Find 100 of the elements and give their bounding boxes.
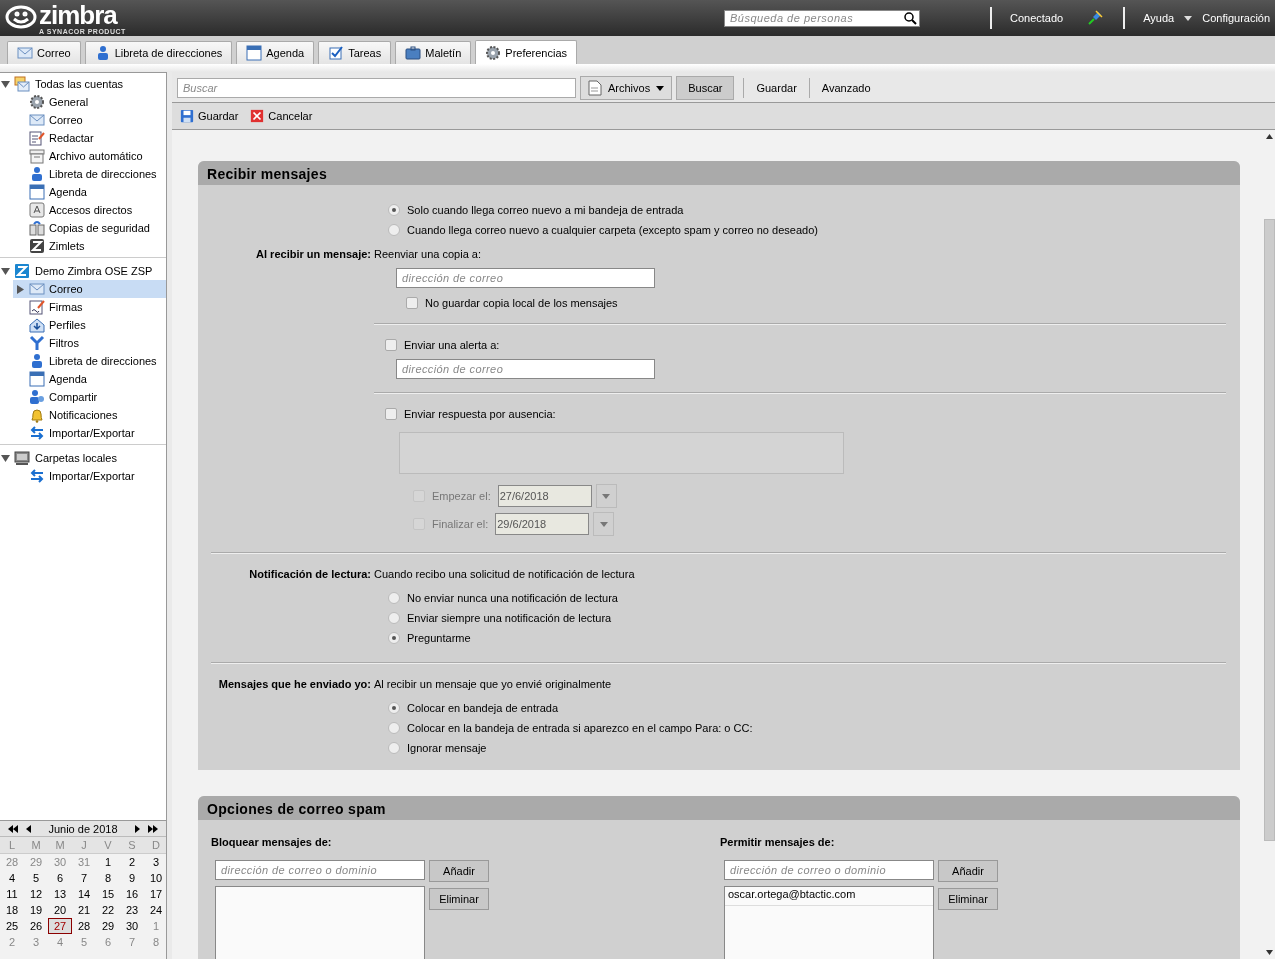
remove-button[interactable]: Eliminar (938, 888, 998, 910)
calendar-day[interactable]: 18 (0, 902, 24, 918)
email-input-field[interactable]: dirección de correo (396, 268, 655, 288)
tree-item[interactable]: Libreta de direcciones (0, 165, 166, 183)
app-tab[interactable]: Correo (7, 41, 81, 64)
tree-item[interactable]: Correo (13, 280, 166, 298)
date-picker-button[interactable] (595, 484, 617, 508)
calendar-day[interactable]: 27 (48, 918, 72, 934)
calendar-day[interactable]: 4 (0, 870, 24, 886)
calendar-day[interactable]: 16 (120, 886, 144, 902)
tree-item[interactable]: Accesos directos (0, 201, 166, 219)
email-input-field[interactable]: dirección de correo (396, 359, 655, 379)
calendar-day[interactable]: 9 (120, 870, 144, 886)
settings-link[interactable]: Configuración (1202, 12, 1271, 24)
radio-button[interactable] (388, 722, 400, 734)
search-icon[interactable] (904, 11, 917, 25)
expand-triangle-icon[interactable] (1, 453, 10, 463)
calendar-day[interactable]: 21 (72, 902, 96, 918)
save-button[interactable]: Guardar (177, 109, 242, 123)
advanced-search-button[interactable]: Avanzado (818, 82, 874, 94)
save-search-button[interactable]: Guardar (753, 82, 800, 94)
calendar-day[interactable]: 23 (120, 902, 144, 918)
radio-button[interactable] (388, 632, 400, 644)
tree-item[interactable]: Agenda (0, 183, 166, 201)
calendar-day[interactable]: 28 (72, 918, 96, 934)
address-input-field[interactable]: dirección de correo o dominio (724, 860, 934, 880)
address-list[interactable] (215, 886, 425, 959)
caret-icon[interactable] (1184, 15, 1193, 21)
search-field[interactable]: Buscar (177, 78, 576, 98)
calendar-day[interactable]: 10 (144, 870, 168, 886)
search-button[interactable]: Buscar (676, 76, 735, 100)
app-tab[interactable]: Preferencias (475, 40, 578, 64)
expand-triangle-icon[interactable] (1, 266, 10, 276)
calendar-day[interactable]: 5 (24, 870, 48, 886)
tree-item[interactable]: Filtros (0, 334, 166, 352)
tree-item[interactable]: Archivo automático (0, 147, 166, 165)
app-tab[interactable]: Maletín (395, 41, 472, 64)
help-menu[interactable]: Ayuda (1143, 12, 1175, 24)
tree-item[interactable]: Perfiles (0, 316, 166, 334)
add-button[interactable]: Añadir (429, 860, 489, 882)
tree-item[interactable]: Agenda (0, 370, 166, 388)
tree-item[interactable]: Importar/Exportar (0, 424, 166, 442)
tree-item[interactable]: Carpetas locales (34, 452, 117, 464)
search-scope-dropdown[interactable]: Archivos (580, 76, 673, 100)
tree-item[interactable]: Libreta de direcciones (0, 352, 166, 370)
tree-item[interactable]: General (0, 93, 166, 111)
calendar-day[interactable]: 22 (96, 902, 120, 918)
calendar-day[interactable]: 19 (24, 902, 48, 918)
date-picker-button[interactable] (593, 512, 615, 536)
tree-item[interactable]: Demo Zimbra OSE ZSP (34, 265, 153, 277)
list-entry[interactable]: oscar.ortega@btactic.com (725, 887, 933, 906)
calendar-day[interactable]: 25 (0, 918, 24, 934)
checkbox[interactable] (406, 297, 418, 309)
expand-triangle-icon[interactable] (16, 284, 25, 294)
calendar-day[interactable]: 12 (24, 886, 48, 902)
calendar-day[interactable]: 6 (48, 870, 72, 886)
calendar-day[interactable]: 29 (96, 918, 120, 934)
people-search-field[interactable]: Búsqueda de personas (724, 9, 920, 27)
calendar-day[interactable]: 7 (72, 870, 96, 886)
tree-item[interactable]: Notificaciones (0, 406, 166, 424)
calendar-day[interactable]: 2 (120, 854, 144, 870)
calendar-day[interactable]: 26 (24, 918, 48, 934)
scroll-up-icon[interactable] (1266, 134, 1273, 139)
app-tab[interactable]: Libreta de direcciones (84, 41, 233, 64)
remove-button[interactable]: Eliminar (429, 888, 489, 910)
calendar-day[interactable]: 8 (96, 870, 120, 886)
tree-item[interactable]: Redactar (0, 129, 166, 147)
checkbox[interactable] (385, 408, 397, 420)
tree-item[interactable]: Compartir (0, 388, 166, 406)
add-button[interactable]: Añadir (938, 860, 998, 882)
radio-button[interactable] (388, 224, 400, 236)
checkbox[interactable] (385, 339, 397, 351)
scroll-down-icon[interactable] (1266, 950, 1273, 955)
calendar-day[interactable]: 13 (48, 886, 72, 902)
calendar-day[interactable]: 20 (48, 902, 72, 918)
tree-item[interactable]: Zimlets (0, 237, 166, 255)
radio-button[interactable] (388, 592, 400, 604)
calendar-day[interactable]: 15 (96, 886, 120, 902)
radio-button[interactable] (388, 204, 400, 216)
cancel-button[interactable]: Cancelar (247, 109, 316, 123)
app-tab[interactable]: Tareas (318, 41, 392, 64)
tree-item[interactable]: Importar/Exportar (0, 467, 166, 485)
tree-item[interactable]: Firmas (0, 298, 166, 316)
radio-button[interactable] (388, 612, 400, 624)
radio-button[interactable] (388, 702, 400, 714)
app-tab[interactable]: Agenda (236, 41, 315, 64)
calendar-day[interactable]: 14 (72, 886, 96, 902)
expand-triangle-icon[interactable] (1, 79, 10, 89)
calendar-day[interactable]: 3 (144, 854, 168, 870)
tree-item[interactable]: Copias de seguridad (0, 219, 166, 237)
address-input-field[interactable]: dirección de correo o dominio (215, 860, 425, 880)
calendar-day[interactable]: 30 (120, 918, 144, 934)
calendar-day[interactable]: 11 (0, 886, 24, 902)
tree-item[interactable]: Todas las cuentas (34, 78, 124, 90)
calendar-day[interactable]: 1 (96, 854, 120, 870)
radio-button[interactable] (388, 742, 400, 754)
calendar-day[interactable]: 24 (144, 902, 168, 918)
tree-item[interactable]: Correo (0, 111, 166, 129)
calendar-day[interactable]: 17 (144, 886, 168, 902)
address-list[interactable]: oscar.ortega@btactic.com (724, 886, 934, 959)
